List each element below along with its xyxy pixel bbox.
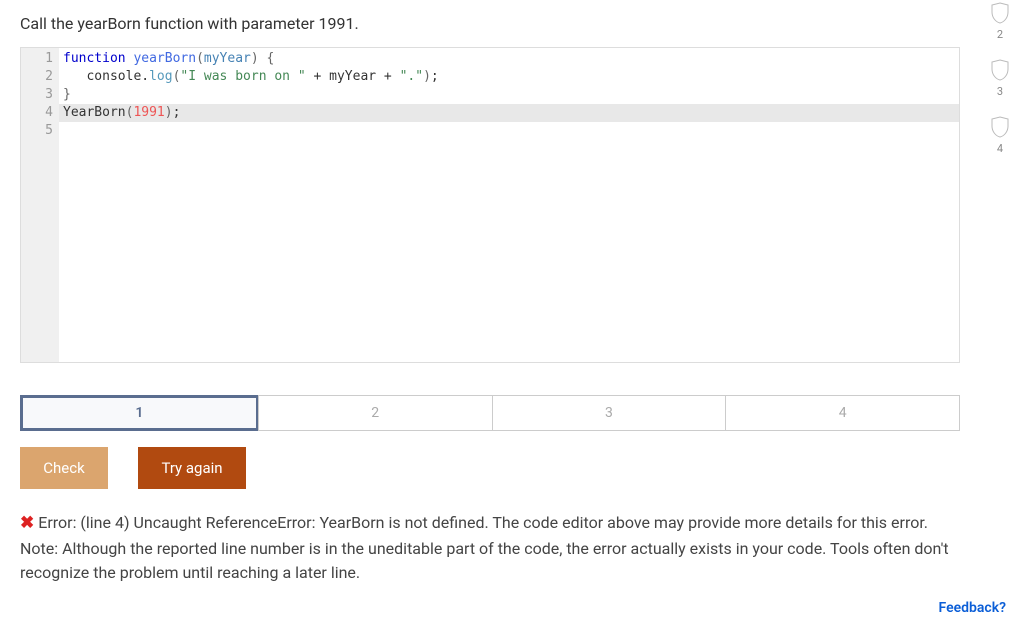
- code-line[interactable]: function yearBorn(myYear) {: [63, 50, 959, 68]
- error-icon: ✖: [20, 513, 34, 533]
- gutter-line: 3: [21, 86, 59, 104]
- step-tab[interactable]: 1: [20, 395, 259, 431]
- code-line[interactable]: YearBorn(1991);: [59, 104, 959, 122]
- step-tab[interactable]: 3: [492, 395, 727, 431]
- code-line[interactable]: console.log("I was born on " + myYear + …: [63, 68, 959, 86]
- try-again-button[interactable]: Try again: [138, 447, 246, 489]
- progress-badge[interactable]: 4: [990, 116, 1010, 155]
- action-buttons: Check Try again: [20, 447, 960, 489]
- step-tabs: 1234: [20, 395, 960, 431]
- shield-icon: [990, 116, 1010, 138]
- step-tab[interactable]: 4: [725, 395, 960, 431]
- check-button[interactable]: Check: [20, 447, 108, 489]
- progress-badge[interactable]: 2: [990, 2, 1010, 41]
- progress-badge[interactable]: 3: [990, 59, 1010, 98]
- gutter-line: 5: [21, 122, 59, 140]
- badge-number: 4: [997, 142, 1003, 155]
- instruction-text: Call the yearBorn function with paramete…: [20, 14, 960, 33]
- code-line[interactable]: }: [63, 86, 959, 104]
- code-editor[interactable]: 12345 function yearBorn(myYear) { consol…: [20, 47, 960, 363]
- gutter-line: 1: [21, 50, 59, 68]
- feedback-link[interactable]: Feedback?: [939, 600, 1006, 616]
- shield-icon: [990, 2, 1010, 24]
- shield-icon: [990, 59, 1010, 81]
- badge-number: 3: [997, 85, 1003, 98]
- progress-badges: 2 3 4: [990, 2, 1010, 155]
- code-area[interactable]: function yearBorn(myYear) { console.log(…: [59, 48, 959, 362]
- step-tab[interactable]: 2: [258, 395, 493, 431]
- line-gutter: 12345: [21, 48, 59, 362]
- badge-number: 2: [997, 28, 1003, 41]
- error-message: ✖Error: (line 4) Uncaught ReferenceError…: [20, 511, 960, 585]
- gutter-line: 4: [21, 104, 59, 122]
- error-text: Error: (line 4) Uncaught ReferenceError:…: [20, 513, 949, 582]
- code-line[interactable]: [63, 122, 959, 140]
- gutter-line: 2: [21, 68, 59, 86]
